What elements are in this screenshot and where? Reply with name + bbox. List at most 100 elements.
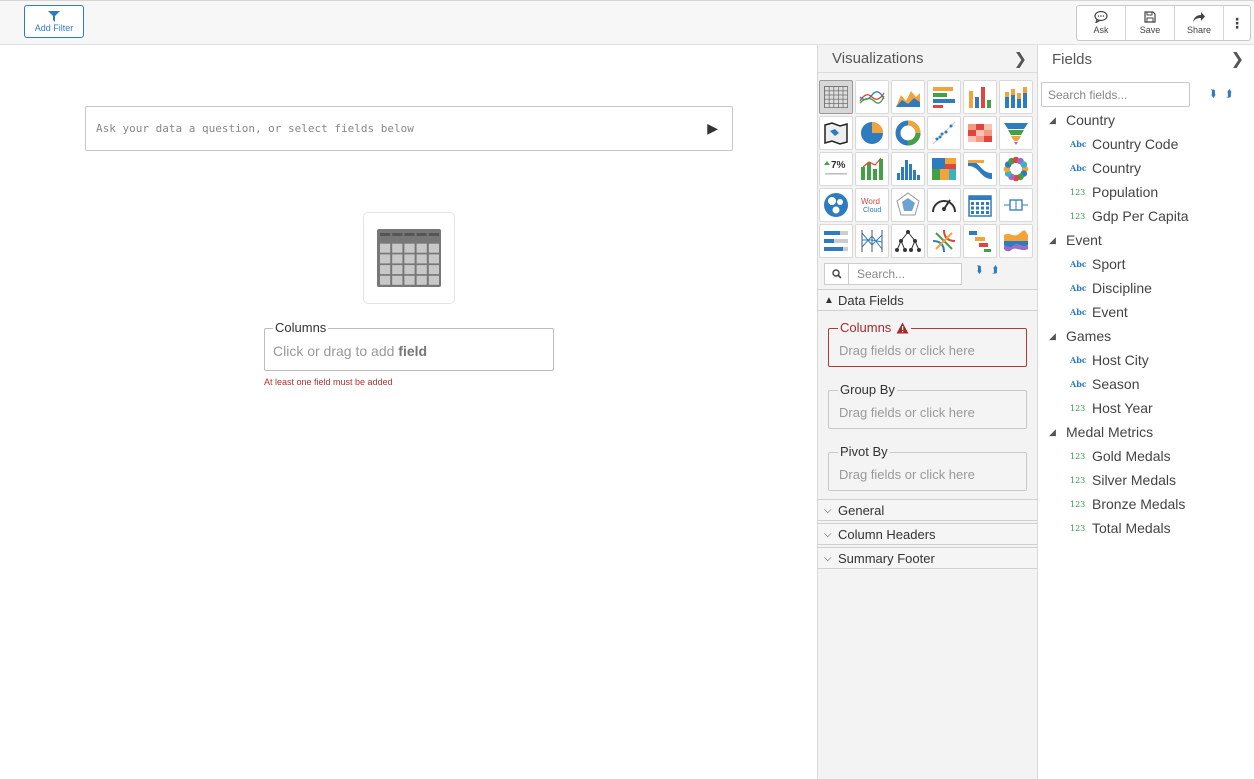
column-headers-section-header[interactable]: ⌵ Column Headers: [818, 523, 1037, 545]
field-group[interactable]: ◢ Games: [1038, 324, 1254, 348]
viz-tile-bar-chart[interactable]: [927, 80, 961, 114]
viz-tile-streamgraph[interactable]: [999, 224, 1033, 258]
fields-title: Fields: [1052, 50, 1093, 68]
field-group[interactable]: ◢ Event: [1038, 228, 1254, 252]
viz-tile-donut-chart[interactable]: [891, 116, 925, 150]
viz-tile-kpi[interactable]: 7%: [819, 152, 853, 186]
visualizations-title: Visualizations: [832, 50, 924, 67]
viz-tile-stacked-column[interactable]: [999, 80, 1033, 114]
viz-tile-line-chart[interactable]: [855, 80, 889, 114]
number-type-icon: 123: [1070, 211, 1086, 221]
share-button[interactable]: Share: [1175, 6, 1224, 40]
viz-tile-box-plot[interactable]: [999, 188, 1033, 222]
viz-tile-histogram[interactable]: [891, 152, 925, 186]
viz-tile-bubble-pack[interactable]: [819, 188, 853, 222]
chord-icon: [930, 227, 958, 255]
pivot-by-well[interactable]: Pivot By Drag fields or click here: [828, 444, 1027, 491]
expand-all-icon[interactable]: ⮯: [1210, 89, 1216, 100]
field-item[interactable]: Abc Sport: [1038, 252, 1254, 276]
group-by-well[interactable]: Group By Drag fields or click here: [828, 382, 1027, 429]
data-fields-section-header[interactable]: ▲ Data Fields: [818, 289, 1037, 311]
columns-legend: Columns: [273, 320, 329, 335]
text-type-icon: Abc: [1070, 307, 1087, 317]
field-item[interactable]: 123 Host Year: [1038, 396, 1254, 420]
viz-tile-tree-diagram[interactable]: [891, 224, 925, 258]
field-item[interactable]: 123 Bronze Medals: [1038, 492, 1254, 516]
viz-tile-column-chart[interactable]: [963, 80, 997, 114]
save-button[interactable]: Save: [1126, 6, 1175, 40]
field-item-label: Discipline: [1092, 280, 1152, 296]
visualization-search-input[interactable]: Search...: [824, 263, 962, 285]
chevron-right-icon[interactable]: ❯: [1014, 49, 1027, 69]
bubble-pack-icon: [822, 191, 850, 219]
field-item[interactable]: 123 Gold Medals: [1038, 444, 1254, 468]
number-type-icon: 123: [1070, 499, 1086, 509]
field-item[interactable]: Abc Country: [1038, 156, 1254, 180]
columns-well[interactable]: Columns Drag fields or click here: [828, 320, 1027, 367]
number-type-icon: 123: [1070, 451, 1086, 461]
field-group-label: Country: [1066, 112, 1116, 128]
field-group[interactable]: ◢ Medal Metrics: [1038, 420, 1254, 444]
field-item[interactable]: 123 Gdp Per Capita: [1038, 204, 1254, 228]
collapse-all-icon[interactable]: ⮭: [992, 265, 998, 276]
viz-tile-table[interactable]: [819, 80, 853, 114]
collapse-all-icon[interactable]: ⮭: [1226, 89, 1232, 100]
viz-tile-area-chart[interactable]: [891, 80, 925, 114]
filter-icon: [48, 10, 60, 22]
field-item[interactable]: 123 Total Medals: [1038, 516, 1254, 540]
selected-visualization-preview: [363, 212, 455, 304]
search-icon: [825, 264, 849, 284]
ask-question-input[interactable]: Ask your data a question, or select fiel…: [85, 106, 733, 151]
field-item[interactable]: Abc Season: [1038, 372, 1254, 396]
viz-tile-word-cloud[interactable]: Word Cloud: [855, 188, 889, 222]
viz-tile-progress-bar[interactable]: [819, 224, 853, 258]
general-section-header[interactable]: ⌵ General: [818, 499, 1037, 521]
viz-tile-scatter-chart[interactable]: [927, 116, 961, 150]
viz-tile-gauge[interactable]: [927, 188, 961, 222]
viz-tile-combo-chart[interactable]: [855, 152, 889, 186]
field-item[interactable]: 123 Silver Medals: [1038, 468, 1254, 492]
viz-tile-calendar[interactable]: [963, 188, 997, 222]
collapse-triangle-icon: ◢: [1049, 114, 1056, 125]
collapse-triangle-icon: ◢: [1049, 234, 1056, 245]
field-group[interactable]: ◢ Country: [1038, 108, 1254, 132]
columns-well-label: Columns: [840, 320, 892, 335]
collapse-triangle-icon: ◢: [1049, 330, 1056, 341]
field-item[interactable]: Abc Country Code: [1038, 132, 1254, 156]
number-type-icon: 123: [1070, 523, 1086, 533]
field-item[interactable]: 123 Population: [1038, 180, 1254, 204]
viz-tile-treemap[interactable]: [927, 152, 961, 186]
field-item[interactable]: Abc Event: [1038, 300, 1254, 324]
columns-drop-zone[interactable]: Columns Click or drag to add field: [264, 320, 554, 371]
add-filter-button[interactable]: Add Filter: [24, 5, 84, 38]
viz-tile-sankey[interactable]: [963, 152, 997, 186]
radar-chart-icon: [894, 191, 922, 219]
chevron-down-icon: ⌵: [824, 528, 832, 540]
viz-tile-chord[interactable]: [927, 224, 961, 258]
viz-tile-map[interactable]: [819, 116, 853, 150]
viz-expand-collapse-controls: ⮯ ⮭: [976, 265, 998, 276]
viz-tile-gantt[interactable]: [963, 224, 997, 258]
viz-tile-heatmap[interactable]: [963, 116, 997, 150]
field-item[interactable]: Abc Host City: [1038, 348, 1254, 372]
more-options-button[interactable]: ⋮: [1224, 6, 1250, 40]
ask-button[interactable]: Ask: [1077, 6, 1126, 40]
viz-tile-sunburst[interactable]: [999, 152, 1033, 186]
chevron-right-icon[interactable]: ❯: [1231, 49, 1244, 69]
viz-tile-pie-chart[interactable]: [855, 116, 889, 150]
viz-tile-funnel-chart[interactable]: [999, 116, 1033, 150]
summary-footer-section-header[interactable]: ⌵ Summary Footer: [818, 547, 1037, 569]
pivot-by-well-placeholder: Drag fields or click here: [839, 467, 975, 482]
viz-tile-parallel-coords[interactable]: [855, 224, 889, 258]
field-item-label: Bronze Medals: [1092, 496, 1186, 512]
heatmap-icon: [966, 119, 994, 147]
combo-chart-icon: [858, 155, 886, 183]
fields-search-input[interactable]: Search fields...: [1041, 82, 1190, 107]
field-item[interactable]: Abc Discipline: [1038, 276, 1254, 300]
field-item-label: Country: [1092, 160, 1142, 176]
viz-tile-radar-chart[interactable]: [891, 188, 925, 222]
run-play-icon[interactable]: ▶: [707, 120, 718, 137]
fields-expand-collapse-controls: ⮯ ⮭: [1210, 89, 1232, 100]
expand-all-icon[interactable]: ⮯: [976, 265, 982, 276]
field-item-label: Gdp Per Capita: [1092, 208, 1189, 224]
